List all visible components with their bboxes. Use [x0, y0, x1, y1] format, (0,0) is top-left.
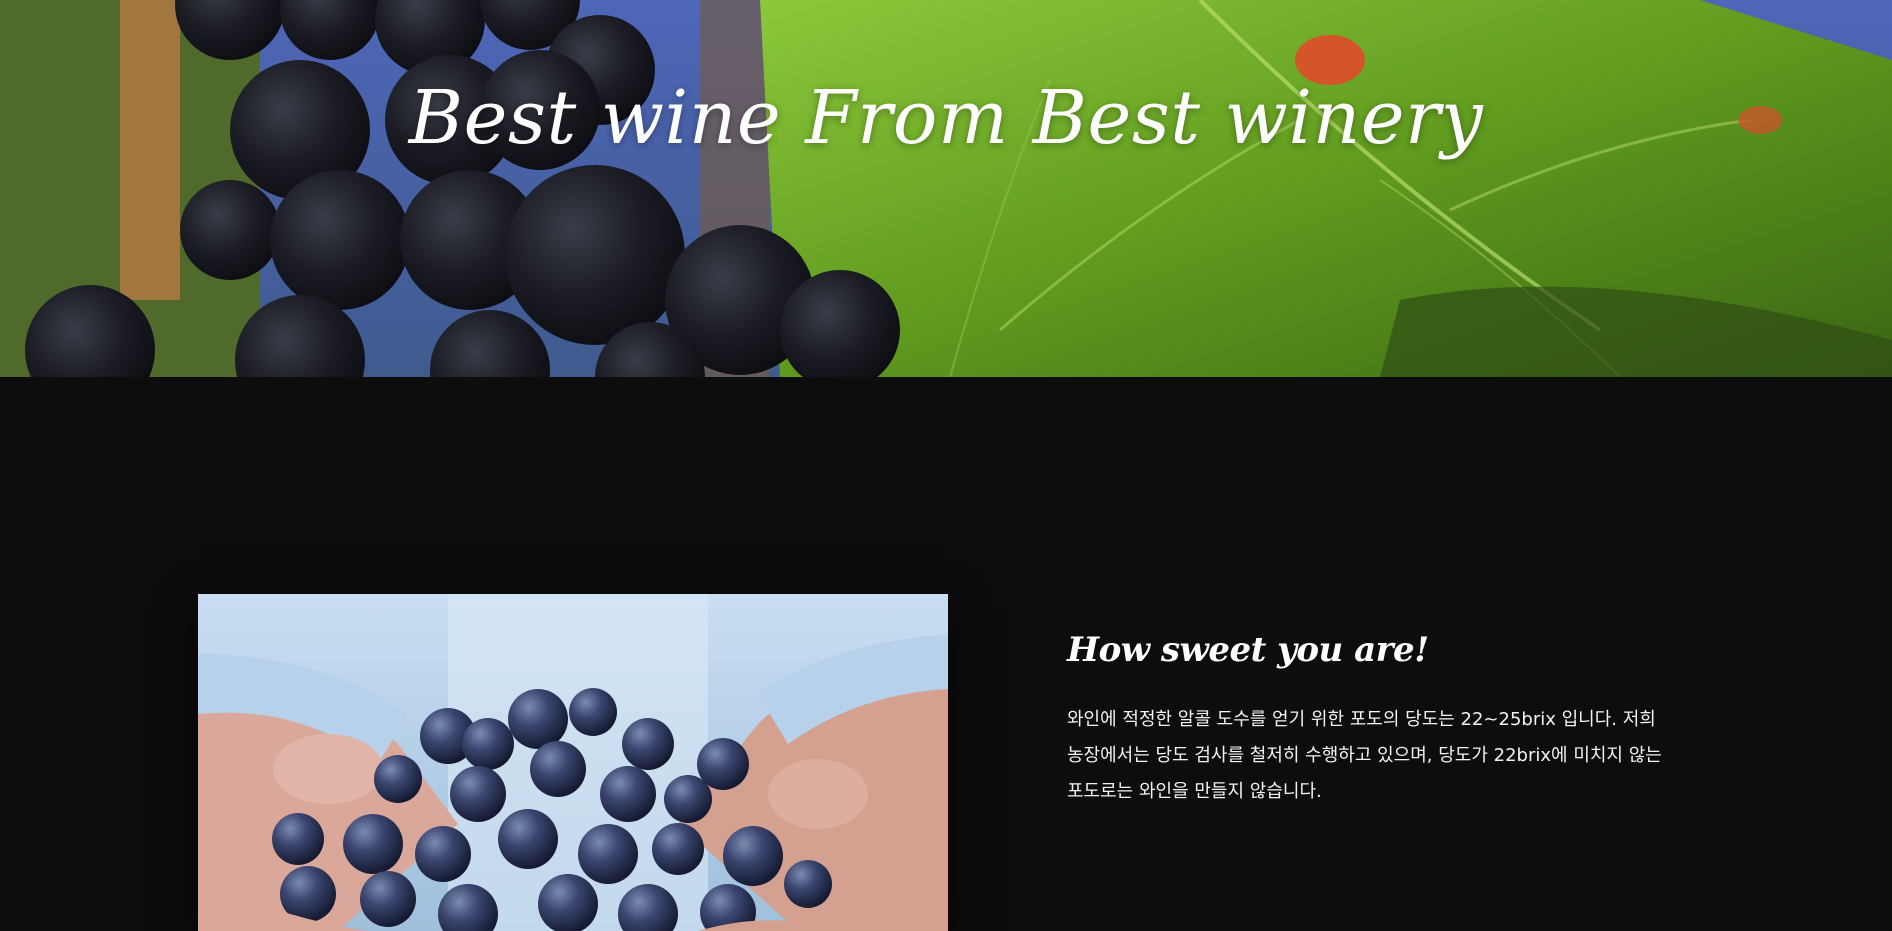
- feature-heading: How sweet you are!: [1067, 630, 1429, 670]
- hero-title: Best wine From Best winery: [408, 75, 1484, 161]
- feature-text-block: How sweet you are! 와인에 적정한 알콜 도수를 얻기 위한 …: [1067, 624, 1667, 810]
- page: Best wine From Best winery How sweet you…: [0, 0, 1892, 931]
- hero-banner: Best wine From Best winery: [0, 0, 1892, 377]
- feature-description: 와인에 적정한 알콜 도수를 얻기 위한 포도의 당도는 22~25brix 입…: [1067, 709, 1662, 802]
- hero-background-image: [0, 0, 1892, 377]
- grapes-in-hands-image: [198, 594, 948, 931]
